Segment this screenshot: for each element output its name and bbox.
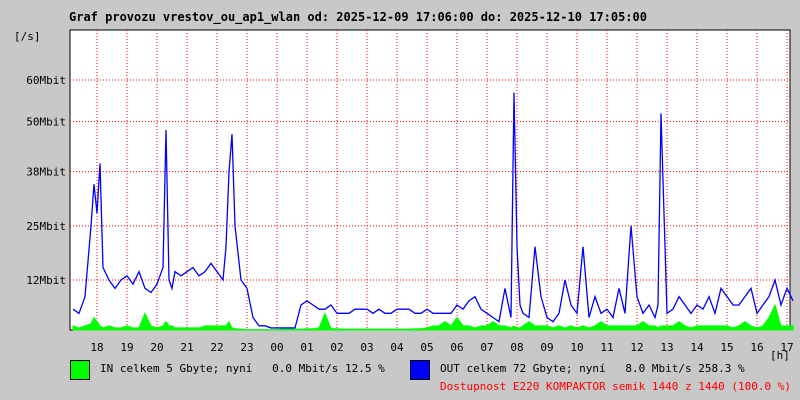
y-tick-label: 60Mbit (26, 74, 66, 87)
x-tick-label: 22 (210, 341, 223, 354)
x-tick-label: 03 (360, 341, 373, 354)
x-axis-unit: [h] (770, 349, 790, 362)
y-tick-label: 12Mbit (26, 274, 66, 287)
x-tick-label: 05 (420, 341, 433, 354)
y-tick-label: 38Mbit (26, 166, 66, 179)
x-tick-label: 14 (690, 341, 704, 354)
plot-area (69, 29, 791, 331)
x-tick-label: 16 (750, 341, 763, 354)
chart-svg: 12Mbit 25Mbit 38Mbit 50Mbit 60Mbit 18 19 20 21 2… (26, 29, 794, 354)
x-tick-label: 18 (90, 341, 103, 354)
x-tick-label: 23 (240, 341, 253, 354)
x-tick-label: 13 (660, 341, 673, 354)
y-tick-labels: 12Mbit 25Mbit 38Mbit 50Mbit 60Mbit (26, 74, 66, 287)
x-tick-label: 21 (180, 341, 193, 354)
x-tick-labels: 18 19 20 21 22 23 00 01 02 03 04 05 06 07 08 09 10 11 12 13… (90, 341, 793, 354)
legend-out-text: OUT celkem 72 Gbyte; nyní 8.0 Mbit/s 258… (440, 362, 745, 375)
x-tick-label: 01 (300, 341, 313, 354)
x-tick-label: 08 (510, 341, 523, 354)
y-tick-label: 50Mbit (26, 116, 66, 129)
x-tick-label: 15 (720, 341, 733, 354)
x-tick-label: 04 (390, 341, 404, 354)
y-tick-label: 25Mbit (26, 220, 66, 233)
x-tick-label: 02 (330, 341, 343, 354)
x-tick-label: 10 (570, 341, 583, 354)
x-tick-label: 00 (270, 341, 283, 354)
x-tick-label: 12 (630, 341, 643, 354)
legend-in-text: IN celkem 5 Gbyte; nyní 0.0 Mbit/s 12.5 … (100, 362, 385, 375)
chart-stage: Graf provozu vrestov_ou_ap1_wlan od: 202… (0, 0, 800, 400)
x-tick-label: 06 (450, 341, 463, 354)
legend-out-swatch (410, 360, 430, 380)
x-tick-label: 11 (600, 341, 613, 354)
x-tick-label: 09 (540, 341, 553, 354)
x-tick-label: 20 (150, 341, 163, 354)
x-tick-label: 07 (480, 341, 493, 354)
availability-text: Dostupnost E220 KOMPAKTOR semik 1440 z 1… (440, 380, 791, 393)
legend-in-swatch (70, 360, 90, 380)
x-tick-label: 19 (120, 341, 133, 354)
